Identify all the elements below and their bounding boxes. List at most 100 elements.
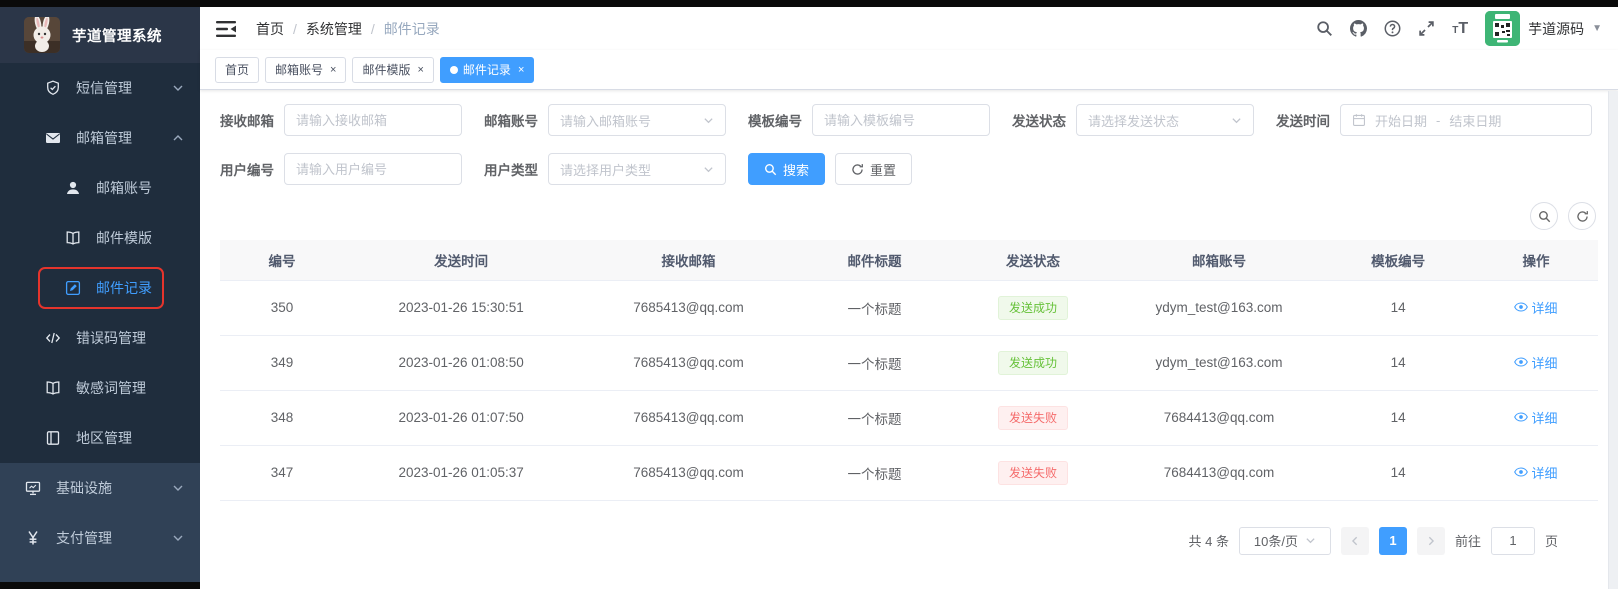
prev-page-button[interactable] (1341, 527, 1369, 555)
filter-select-用户类型[interactable]: 请选择用户类型 (548, 153, 726, 185)
text-input[interactable] (296, 113, 450, 128)
tag-label: 邮箱账号 (275, 61, 323, 78)
github-icon[interactable] (1350, 20, 1367, 37)
sidebar-item-mail-template[interactable]: 邮件模版 (0, 213, 200, 263)
cell-template_id: 14 (1322, 390, 1474, 445)
app-title: 芋道管理系统 (72, 25, 162, 46)
cell-to_mail: 7685413@qq.com (578, 445, 798, 500)
sidebar-item-sensitive-word[interactable]: 敏感词管理 (0, 363, 200, 413)
next-page-button[interactable] (1417, 527, 1445, 555)
page-size-select[interactable]: 10条/页 (1239, 527, 1331, 555)
text-input[interactable] (296, 162, 450, 177)
page-number-1[interactable]: 1 (1379, 527, 1407, 555)
code-icon (44, 329, 62, 347)
app-root: 芋道管理系统 短信管理邮箱管理邮箱账号邮件模版邮件记录错误码管理敏感词管理地区管… (0, 7, 1618, 589)
filter-select-邮箱账号[interactable]: 请输入邮箱账号 (548, 104, 726, 136)
toggle-search-icon[interactable] (1530, 202, 1558, 230)
breadcrumb-item[interactable]: 首页 (256, 19, 284, 39)
book-icon (44, 379, 62, 397)
tags-view: 首页邮箱账号×邮件模版×邮件记录× (200, 50, 1618, 90)
sidebar-item-payment[interactable]: 支付管理 (0, 513, 200, 563)
close-icon[interactable]: × (417, 64, 423, 76)
hamburger-icon[interactable] (216, 20, 238, 38)
close-icon[interactable]: × (518, 64, 524, 76)
cell-status: 发送失败 (950, 445, 1115, 500)
table-header-row: 编号发送时间接收邮箱邮件标题发送状态邮箱账号模板编号操作 (220, 240, 1598, 280)
shield-check-icon (44, 79, 62, 97)
filter-input-用户编号[interactable] (284, 153, 462, 185)
cell-template_id: 14 (1322, 280, 1474, 335)
table-row: 3492023-01-26 01:08:507685413@qq.com一个标题… (220, 335, 1598, 390)
sidebar: 芋道管理系统 短信管理邮箱管理邮箱账号邮件模版邮件记录错误码管理敏感词管理地区管… (0, 7, 200, 589)
qr-code-avatar (1485, 11, 1520, 46)
refresh-icon[interactable] (1568, 202, 1596, 230)
detail-link[interactable]: 详细 (1514, 298, 1557, 317)
cell-send_time: 2023-01-26 01:08:50 (344, 335, 578, 390)
filter-input-接收邮箱[interactable] (284, 104, 462, 136)
filter-item-模板编号: 模板编号 (748, 104, 990, 136)
caret-down-icon: ▼ (1592, 23, 1602, 34)
chevron-down-icon (172, 82, 184, 94)
table-row: 3472023-01-26 01:05:377685413@qq.com一个标题… (220, 445, 1598, 500)
sidebar-item-infrastructure[interactable]: 基础设施 (0, 463, 200, 513)
cell-id: 350 (220, 280, 344, 335)
filter-item-发送时间: 发送时间开始日期-结束日期 (1276, 104, 1592, 136)
sidebar-item-label: 基础设施 (56, 478, 112, 498)
text-input[interactable] (824, 113, 978, 128)
cell-to_mail: 7685413@qq.com (578, 280, 798, 335)
sidebar-item-mail-manage[interactable]: 邮箱管理 (0, 113, 200, 163)
sidebar-logo[interactable]: 芋道管理系统 (0, 7, 200, 63)
tab-tag-邮箱账号[interactable]: 邮箱账号 × (265, 57, 346, 83)
sidebar-item-error-code[interactable]: 错误码管理 (0, 313, 200, 363)
reset-button[interactable]: 重置 (835, 153, 912, 185)
detail-link[interactable]: 详细 (1514, 463, 1557, 482)
tab-tag-首页[interactable]: 首页 (215, 57, 259, 83)
detail-link[interactable]: 详细 (1514, 353, 1557, 372)
cell-title: 一个标题 (799, 280, 951, 335)
tab-tag-邮件模版[interactable]: 邮件模版× (352, 57, 433, 83)
sidebar-item-mail-account[interactable]: 邮箱账号 (0, 163, 200, 213)
start-date-placeholder[interactable]: 开始日期 (1375, 111, 1427, 130)
filter-select-发送状态[interactable]: 请选择发送状态 (1076, 104, 1254, 136)
yen-icon (24, 529, 42, 547)
end-date-placeholder[interactable]: 结束日期 (1449, 111, 1501, 130)
mail-log-table: 编号发送时间接收邮箱邮件标题发送状态邮箱账号模板编号操作 3502023-01-… (220, 240, 1598, 501)
user-menu[interactable]: 芋道源码 ▼ (1485, 11, 1602, 46)
cell-template_id: 14 (1322, 335, 1474, 390)
fullscreen-icon[interactable] (1418, 20, 1435, 37)
cell-action: 详细 (1474, 280, 1598, 335)
column-header-发送状态: 发送状态 (950, 240, 1115, 280)
status-badge: 发送失败 (998, 406, 1068, 430)
sidebar-item-label: 邮件记录 (96, 278, 152, 298)
date-range-picker[interactable]: 开始日期-结束日期 (1340, 104, 1592, 136)
sidebar-item-sms[interactable]: 短信管理 (0, 63, 200, 113)
font-size-icon[interactable]: TT (1452, 21, 1468, 37)
sidebar-bottom-strip (0, 582, 200, 589)
tab-tag-邮件记录[interactable]: 邮件记录× (440, 57, 534, 83)
sidebar-item-mail-log[interactable]: 邮件记录 (0, 263, 200, 313)
goto-page-input[interactable] (1491, 527, 1535, 555)
detail-link[interactable]: 详细 (1514, 408, 1557, 427)
filter-input-模板编号[interactable] (812, 104, 990, 136)
search-icon[interactable] (1316, 20, 1333, 37)
system-submenu-block: 短信管理邮箱管理邮箱账号邮件模版邮件记录错误码管理敏感词管理地区管理 (0, 63, 200, 463)
cell-title: 一个标题 (799, 335, 951, 390)
page-content: 接收邮箱邮箱账号请输入邮箱账号模板编号发送状态请选择发送状态发送时间开始日期-结… (200, 90, 1618, 589)
scrollbar[interactable] (1608, 91, 1618, 589)
active-tag-dot (450, 66, 458, 74)
navbar: 首页/系统管理/邮件记录 (200, 7, 1618, 50)
status-badge: 发送成功 (998, 351, 1068, 375)
search-button[interactable]: 搜索 (748, 153, 825, 185)
page-size-value: 10条/页 (1254, 531, 1298, 550)
help-icon[interactable] (1384, 20, 1401, 37)
close-icon[interactable]: × (330, 64, 336, 76)
breadcrumb-item[interactable]: 系统管理 (306, 19, 362, 39)
cell-status: 发送成功 (950, 335, 1115, 390)
sidebar-item-label: 敏感词管理 (76, 378, 146, 398)
filter-row-2: 用户编号用户类型请选择用户类型搜索重置 (220, 153, 1598, 185)
status-badge: 发送成功 (998, 296, 1068, 320)
cell-action: 详细 (1474, 390, 1598, 445)
sidebar-item-region[interactable]: 地区管理 (0, 413, 200, 463)
cell-send_time: 2023-01-26 01:05:37 (344, 445, 578, 500)
edit-icon (64, 279, 82, 297)
